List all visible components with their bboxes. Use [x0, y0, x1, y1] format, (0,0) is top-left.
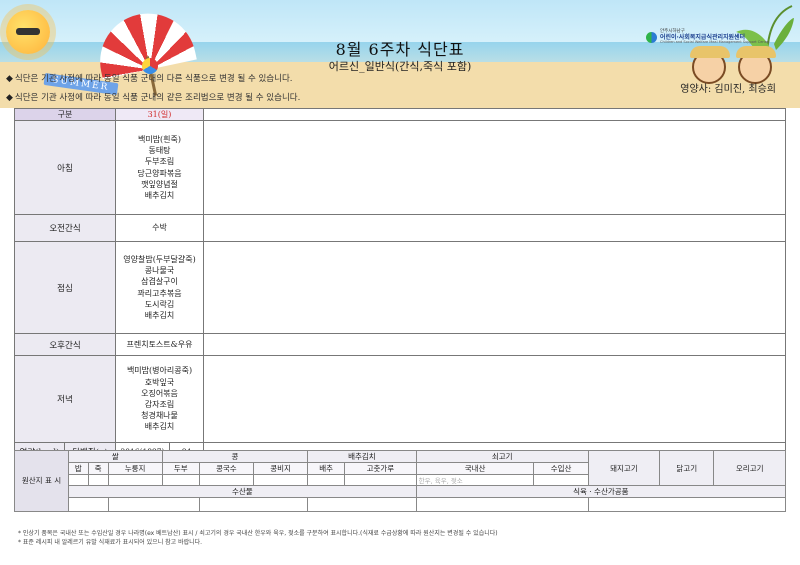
notice-1-text: 식단은 기관 사정에 따라 동일 식품 군내의 다른 식품으로 변경 될 수 있…: [14, 74, 293, 84]
footnote-origin: * 인상기 품목은 국내산 또는 수입산일 경우 나라명(ex 베트남산) 표시…: [18, 530, 498, 537]
empty-cell: [203, 355, 786, 443]
origin-value: [533, 474, 589, 486]
meal-label: 아침: [14, 120, 116, 215]
origin-sub-bean-curd: 콩비지: [252, 462, 309, 475]
menu-item: 백미밥(병아리콩죽): [126, 366, 193, 376]
menu-item: 두부조림: [144, 157, 175, 167]
diamond-icon: ◆: [6, 93, 13, 103]
menu-item: 동태탕: [148, 146, 171, 156]
meal-label: 오전간식: [14, 214, 116, 242]
menu-item: 수박: [152, 223, 167, 233]
origin-value: [344, 474, 417, 486]
origin-group-kimchi: 배추김치: [307, 450, 417, 463]
menu-item: 꽈리고추볶음: [137, 288, 182, 298]
diamond-icon: ◆: [6, 74, 13, 84]
sunglasses-icon: [16, 28, 40, 35]
origin-sub-red-pepper: 고춧가루: [344, 462, 417, 475]
origin-value: [87, 474, 109, 486]
menu-item: 배추김치: [144, 190, 175, 200]
dietitian-label: 영양사: 김미진, 최승희: [680, 84, 776, 95]
origin-group-duck: 오리고기: [713, 450, 786, 486]
notice-2-text: 식단은 기관 사정에 따라 동일 식품 군내의 같은 조리법으로 변경 될 수 …: [14, 93, 301, 103]
header-banner: SUMMER 8월 6주차 식단표 어르신_일반식(간식,죽식 포함) 안주시하…: [0, 0, 800, 108]
origin-value: [107, 474, 163, 486]
origin-value: [587, 497, 787, 512]
org-logo-icon: [646, 31, 657, 43]
footnote-allergy: * 표준 레시피 내 알레르기 유발 식재료가 표시되어 있으니 참고 바랍니다…: [18, 539, 203, 546]
origin-group-chicken: 닭고기: [659, 450, 715, 486]
meal-items: 영양찰밥(두부달걀죽) 콩나물국 삼겹살구이 꽈리고추볶음 도시락김 배추김치: [115, 241, 204, 334]
origin-value: [198, 474, 254, 486]
page-subtitle: 어르신_일반식(간식,죽식 포함): [328, 60, 472, 73]
menu-item: 백미밥(흰죽): [137, 134, 182, 144]
origin-sub-cabbage: 배추: [307, 462, 346, 475]
menu-table: 구분 31(일) 아침 백미밥(흰죽) 동태탕 두부조림 당근양파볶음 깻잎양념…: [14, 108, 786, 461]
meal-items: 백미밥(흰죽) 동태탕 두부조림 당근양파볶음 깻잎양념절 배추김치: [115, 120, 204, 215]
notice-2: ◆ 식단은 기관 사정에 따라 동일 식품 군내의 같은 조리법으로 변경 될 수…: [6, 94, 306, 103]
menu-item: 깻잎양념절: [141, 179, 178, 189]
origin-value: [415, 497, 589, 512]
origin-table: 원산지 표 시 쌀 콩 배추김치 쇠고기 돼지고기 닭고기 오리고기 밥 죽 누…: [14, 450, 787, 512]
meal-row-morning-snack: 오전간식 수박: [14, 214, 786, 242]
origin-sub-domestic: 국내산: [415, 462, 535, 475]
origin-sub-rice: 밥: [68, 462, 89, 475]
menu-item: 감자조림: [144, 400, 175, 409]
empty-cell: [203, 108, 786, 121]
menu-item: 오징어볶음: [141, 388, 178, 398]
header-label: 구분: [14, 108, 116, 121]
meal-row-afternoon-snack: 오후간식 프렌치토스트&우유: [14, 333, 786, 356]
menu-item: 도시락김: [144, 299, 175, 309]
menu-item: 청경채나물: [141, 411, 178, 421]
meal-label: 점심: [14, 241, 116, 334]
origin-value: [68, 497, 109, 512]
origin-value: [307, 474, 346, 486]
menu-item: 당근양파볶음: [137, 168, 182, 178]
menu-item: 배추김치: [144, 310, 175, 320]
origin-value: [198, 497, 309, 512]
origin-group-rice: 쌀: [68, 450, 163, 463]
meal-row-breakfast: 아침 백미밥(흰죽) 동태탕 두부조림 당근양파볶음 깻잎양념절 배추김치: [14, 120, 786, 215]
seafood-header: 수산물: [68, 485, 417, 498]
origin-sub-tofu: 두부: [161, 462, 200, 475]
origin-title: 원산지 표 시: [14, 450, 69, 512]
origin-sub-bean-noodle: 콩국수: [198, 462, 254, 475]
org-text: 안주시하남구 어린이·사회복지급식관리지원센터 Children and Soc…: [660, 29, 770, 44]
org-line3: Children and Social Welfare Meal Managem…: [660, 39, 770, 44]
origin-value: [252, 474, 309, 486]
notice-1: ◆ 식단은 기관 사정에 따라 동일 식품 군내의 다른 식품으로 변경 될 수 …: [6, 75, 306, 84]
meal-row-lunch: 점심 영양찰밥(두부달걀죽) 콩나물국 삼겹살구이 꽈리고추볶음 도시락김 배추…: [14, 241, 786, 334]
menu-item: 프렌치토스트&우유: [126, 339, 193, 349]
meal-items: 프렌치토스트&우유: [115, 333, 204, 356]
meal-label: 저녁: [14, 355, 116, 443]
meal-row-dinner: 저녁 백미밥(병아리콩죽) 호박잎국 오징어볶음 감자조림 청경채나물 배추김치: [14, 355, 786, 443]
empty-cell: [203, 333, 786, 356]
menu-item: 콩나물국: [144, 266, 175, 276]
origin-group-bean: 콩: [161, 450, 309, 463]
meal-items: 백미밥(병아리콩죽) 호박잎국 오징어볶음 감자조림 청경채나물 배추김치: [115, 355, 204, 443]
meal-label: 오후간식: [14, 333, 116, 356]
menu-item: 배추김치: [144, 422, 175, 432]
empty-cell: [203, 214, 786, 242]
origin-value: [68, 474, 89, 486]
empty-cell: [203, 120, 786, 215]
meal-items: 수박: [115, 214, 204, 242]
processed-header: 식육 · 수산가공품: [415, 485, 787, 498]
origin-sub-porridge: 죽: [87, 462, 109, 475]
day-header: 31(일): [115, 108, 204, 121]
menu-item: 삼겹살구이: [141, 277, 178, 287]
menu-item: 영양찰밥(두부달걀죽): [123, 254, 196, 264]
menu-item: 호박잎국: [144, 377, 175, 387]
origin-group-beef: 쇠고기: [415, 450, 589, 463]
origin-value: [107, 497, 200, 512]
empty-cell: [203, 241, 786, 334]
origin-sub-nurungji: 누룽지: [107, 462, 163, 475]
org-logo-block: 안주시하남구 어린이·사회복지급식관리지원센터 Children and Soc…: [646, 29, 770, 44]
origin-group-pork: 돼지고기: [587, 450, 661, 486]
beef-note: 한우, 육우, 젖소: [415, 474, 535, 486]
origin-sub-imported: 수입산: [533, 462, 589, 475]
origin-value: [307, 497, 417, 512]
origin-value: [161, 474, 200, 486]
